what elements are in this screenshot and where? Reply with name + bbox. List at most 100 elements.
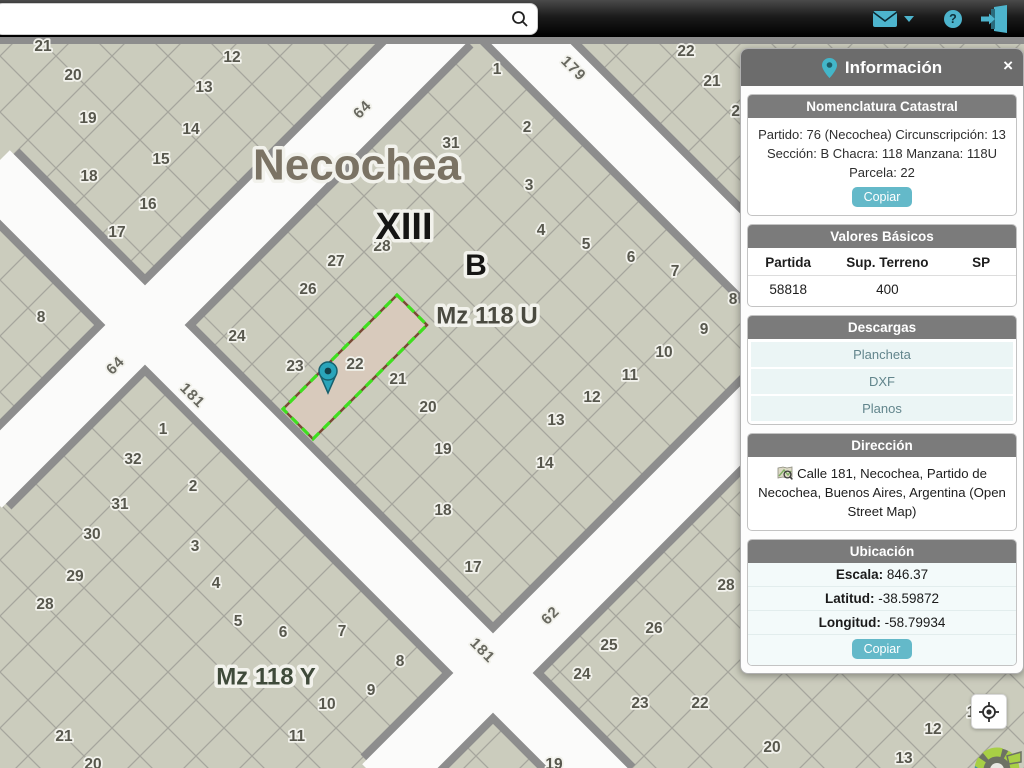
parcel-number-label: 23	[631, 695, 649, 712]
parcel-number-label: 24	[228, 328, 246, 345]
parcel-number-label: 20	[84, 756, 101, 768]
parcel-number-label: 10	[655, 344, 672, 361]
sp-value	[946, 276, 1016, 307]
parcel-number-label: 28	[717, 577, 735, 594]
brand-logo	[960, 734, 1024, 768]
scale-value: 846.37	[886, 567, 929, 582]
section-direccion: Dirección Calle 181, Necochea, Partido d…	[747, 433, 1017, 531]
latitude-row: Latitud: -38.59872	[748, 587, 1016, 611]
parcel-number-label: 5	[582, 236, 591, 253]
parcel-number-label: 9	[367, 682, 376, 699]
search-icon[interactable]	[511, 10, 529, 28]
crosshair-icon	[979, 701, 999, 722]
parcel-number-label: 16	[139, 196, 157, 213]
parcel-number-label: 15	[152, 151, 170, 168]
mail-icon	[872, 10, 898, 27]
col-partida: Partida	[748, 248, 829, 276]
section-descargas: Descargas Plancheta DXF Planos	[747, 315, 1017, 425]
parcel-number-label: 2	[189, 478, 198, 495]
top-toolbar: ?	[0, 0, 1024, 37]
section-header: Dirección	[748, 434, 1016, 457]
close-icon[interactable]: ×	[1003, 56, 1013, 76]
copy-coordinates-button[interactable]: Copiar	[851, 639, 913, 659]
parcel-number-label: 11	[289, 728, 306, 745]
download-list: Plancheta DXF Planos	[748, 339, 1016, 424]
latitude-value: -38.59872	[878, 591, 940, 606]
map-area-label: B	[465, 249, 487, 282]
parcel-number-label: 20	[64, 67, 81, 84]
section-ubicacion: Ubicación Escala: 846.37 Latitud: -38.59…	[747, 539, 1017, 666]
partida-value: 58818	[769, 282, 807, 297]
parcel-number-label: 7	[671, 263, 680, 280]
parcel-number-label: 8	[729, 291, 738, 308]
parcel-number-label: 21	[703, 73, 721, 90]
map-area-label: Mz 118 U	[436, 302, 537, 329]
parcel-number-label: 10	[318, 696, 335, 713]
mail-button[interactable]	[872, 0, 898, 37]
help-button[interactable]: ?	[943, 0, 963, 37]
locate-button[interactable]	[971, 694, 1007, 729]
section-valores: Valores Básicos Partida Sup. Terreno SP …	[747, 224, 1017, 307]
scale-label: Escala:	[835, 567, 884, 582]
parcel-number-label: 31	[111, 496, 129, 513]
parcel-number-label: 14	[536, 455, 554, 472]
parcel-number-label: 12	[924, 721, 941, 738]
nomenclatura-line: Parcela: 22	[849, 165, 915, 180]
parcel-number-label: 21	[34, 38, 52, 55]
table-row: 58818 400	[748, 276, 1016, 307]
nomenclatura-line: Partido: 76 (Necochea) Circunscripción: …	[758, 127, 1006, 142]
parcel-number-label: 17	[108, 224, 125, 241]
nomenclatura-line: Sección: B Chacra: 118 Manzana: 118U	[766, 146, 998, 161]
parcel-number-label: 12	[223, 49, 240, 66]
scale-row: Escala: 846.37	[748, 563, 1016, 587]
parcel-number-label: 9	[700, 321, 709, 338]
parcel-number-label: 13	[895, 750, 913, 767]
sup-terreno-value: 400	[876, 282, 899, 297]
section-header: Nomenclatura Catastral	[748, 95, 1016, 118]
parcel-number-label: 1	[493, 61, 502, 78]
parcel-number-label: 32	[124, 451, 141, 468]
parcel-number-label: 22	[691, 695, 708, 712]
info-panel: Información × Nomenclatura Catastral Par…	[740, 48, 1024, 674]
help-icon: ?	[944, 9, 962, 28]
download-item-planos[interactable]: Planos	[751, 394, 1013, 421]
parcel-number-label: 19	[434, 441, 452, 458]
map-area-label: XIII	[375, 206, 432, 248]
parcel-number-label: 3	[525, 177, 534, 194]
panel-title: Información	[844, 57, 943, 77]
parcel-number-label: 14	[182, 121, 200, 138]
logout-button[interactable]	[980, 0, 1010, 37]
parcel-number-label: 4	[212, 575, 221, 592]
valores-table: Partida Sup. Terreno SP 58818 400	[748, 248, 1016, 306]
parcel-number-label: 3	[191, 538, 200, 555]
parcel-number-label: 20	[419, 399, 436, 416]
exit-door-icon	[981, 4, 1007, 33]
panel-title-bar: Información ×	[741, 49, 1023, 86]
parcel-number-label: 30	[83, 526, 100, 543]
parcel-number-label: 24	[573, 666, 591, 683]
parcel-number-label: 7	[338, 623, 347, 640]
map-magnifier-icon	[777, 466, 793, 480]
parcel-number-label: 6	[627, 249, 636, 266]
search-input[interactable]	[9, 4, 493, 34]
copy-nomenclatura-button[interactable]: Copiar	[851, 187, 913, 207]
section-header: Descargas	[748, 316, 1016, 339]
chevron-down-icon[interactable]	[904, 0, 914, 37]
download-item-dxf[interactable]: DXF	[751, 367, 1013, 394]
longitude-label: Longitud:	[818, 615, 881, 630]
parcel-number-label: 29	[66, 568, 84, 585]
app-screen: 2120191213141518161782221201234567891011…	[0, 0, 1024, 768]
parcel-number-label: 23	[286, 358, 304, 375]
parcel-number-label: 26	[299, 281, 317, 298]
col-sup-terreno: Sup. Terreno	[828, 248, 947, 276]
parcel-number-label: 25	[600, 637, 618, 654]
parcel-number-label: 17	[464, 559, 481, 576]
parcel-number-label: 8	[396, 653, 405, 670]
parcel-number-label: 19	[545, 756, 563, 768]
parcel-number-label: 19	[79, 110, 97, 127]
section-header: Ubicación	[748, 540, 1016, 563]
parcel-number-label: 1	[159, 421, 168, 438]
download-item-plancheta[interactable]: Plancheta	[751, 342, 1013, 367]
parcel-number-label: 26	[645, 620, 663, 637]
location-pin-icon	[821, 57, 837, 78]
